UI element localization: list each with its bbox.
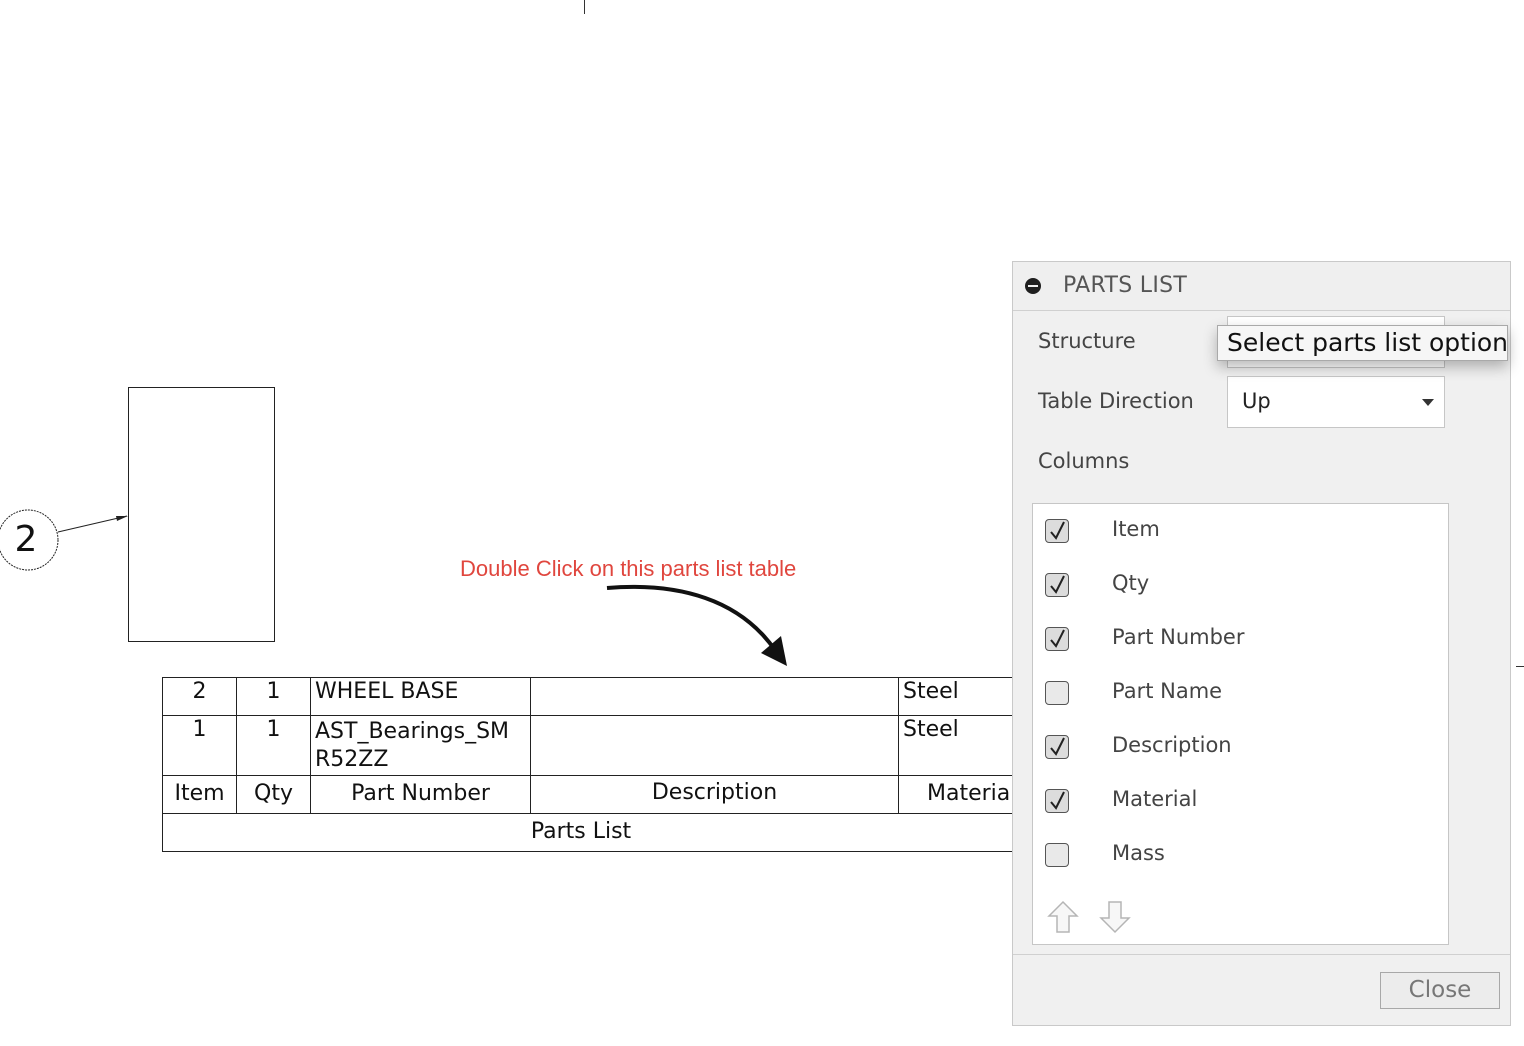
cell-part-number: AST_Bearings_SM R52ZZ <box>310 715 531 776</box>
part-number-line: AST_Bearings_SM <box>315 719 510 744</box>
cell-description <box>530 715 899 776</box>
dialog-title: PARTS LIST <box>1063 273 1188 298</box>
header-part-number: Part Number <box>310 775 531 814</box>
header-description: Description <box>530 775 899 814</box>
column-option-description[interactable]: Description <box>1033 728 1448 768</box>
footer-divider <box>1013 954 1510 955</box>
column-checkbox[interactable] <box>1045 681 1069 705</box>
cell-qty: 1 <box>236 677 311 716</box>
header-qty: Qty <box>236 775 311 814</box>
cell-part-number: WHEEL BASE <box>310 677 531 716</box>
cell-item: 2 <box>162 677 237 716</box>
column-checkbox[interactable] <box>1045 627 1069 651</box>
curved-arrow-icon <box>606 584 787 666</box>
column-option-part-number[interactable]: Part Number <box>1033 620 1448 660</box>
column-label: Mass <box>1112 841 1165 865</box>
column-option-item[interactable]: Item <box>1033 512 1448 552</box>
column-label: Part Number <box>1112 625 1245 649</box>
header-item: Item <box>162 775 237 814</box>
cell-qty: 1 <box>236 715 311 776</box>
cell-item: 1 <box>162 715 237 776</box>
structure-tooltip: Select parts list option <box>1217 325 1508 361</box>
column-checkbox[interactable] <box>1045 519 1069 543</box>
checkmark-icon <box>1050 737 1065 756</box>
cell-material: Steel <box>898 677 1022 716</box>
instruction-annotation: Double Click on this parts list table <box>460 556 797 581</box>
column-option-qty[interactable]: Qty <box>1033 566 1448 606</box>
column-option-material[interactable]: Material <box>1033 782 1448 822</box>
column-label: Item <box>1112 517 1160 541</box>
close-button[interactable]: Close <box>1380 972 1500 1009</box>
column-checkbox[interactable] <box>1045 573 1069 597</box>
columns-label: Columns <box>1038 449 1130 473</box>
column-label: Part Name <box>1112 679 1223 703</box>
checkmark-icon <box>1050 575 1065 594</box>
column-checkbox[interactable] <box>1045 735 1069 759</box>
checkmark-icon <box>1050 629 1065 648</box>
drawing-canvas[interactable]: 2 Double Click on this parts list table … <box>0 0 1524 1046</box>
balloon-number[interactable]: 2 <box>6 518 46 562</box>
table-title: Parts List <box>162 813 1022 852</box>
move-up-icon[interactable] <box>1047 900 1079 934</box>
table-direction-label: Table Direction <box>1038 389 1194 413</box>
chevron-down-icon <box>1422 399 1434 406</box>
drawing-view[interactable] <box>128 387 275 642</box>
dialog-header[interactable]: PARTS LIST <box>1013 262 1510 311</box>
structure-label: Structure <box>1038 329 1136 353</box>
cell-material: Steel <box>898 715 1022 776</box>
parts-list-dialog: PARTS LIST Structure Table Direction Up … <box>1012 261 1511 1026</box>
collapse-icon[interactable] <box>1025 278 1041 294</box>
header-material: Material <box>898 775 1022 814</box>
part-number-line: R52ZZ <box>315 747 389 772</box>
sheet-tick-mark <box>1516 666 1524 667</box>
column-checkbox[interactable] <box>1045 843 1069 867</box>
table-direction-select[interactable]: Up <box>1227 376 1445 428</box>
column-label: Description <box>1112 733 1232 757</box>
table-direction-value: Up <box>1242 389 1271 413</box>
move-down-icon[interactable] <box>1099 900 1131 934</box>
column-label: Material <box>1112 787 1198 811</box>
checkmark-icon <box>1050 791 1065 810</box>
columns-list: Item Qty Part Number Part Name Descripti… <box>1032 503 1449 945</box>
column-option-part-name[interactable]: Part Name <box>1033 674 1448 714</box>
cell-description <box>530 677 899 716</box>
column-option-mass[interactable]: Mass <box>1033 836 1448 876</box>
column-checkbox[interactable] <box>1045 789 1069 813</box>
parts-list-table[interactable]: 2 1 WHEEL BASE Steel 1 1 AST_Bearings_SM… <box>162 677 1022 852</box>
column-label: Qty <box>1112 571 1150 595</box>
sheet-tick-mark <box>584 0 585 14</box>
checkmark-icon <box>1050 521 1065 540</box>
